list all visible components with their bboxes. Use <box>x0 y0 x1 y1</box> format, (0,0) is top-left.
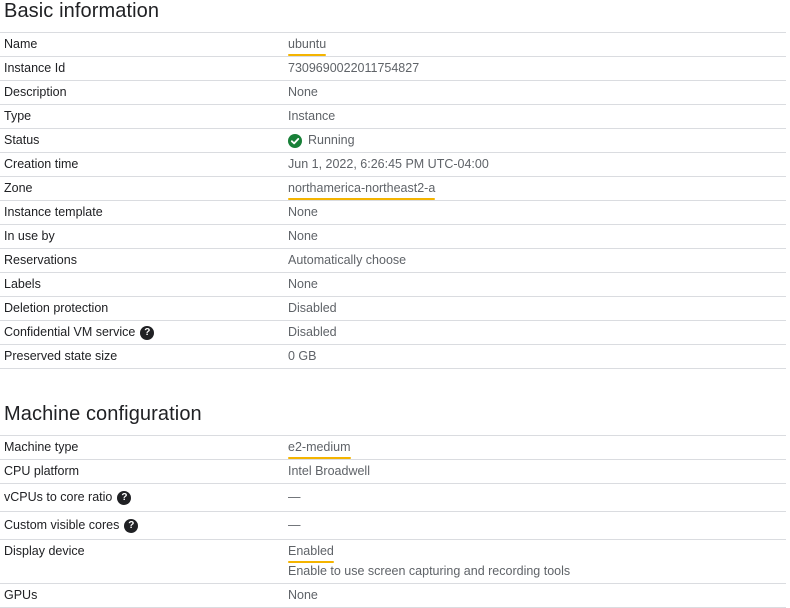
label-instance-id: Instance Id <box>4 61 66 75</box>
label-machine-type: Machine type <box>4 440 79 454</box>
label-labels: Labels <box>4 277 41 291</box>
help-icon[interactable]: ? <box>117 490 132 505</box>
row-display-device: Display device Enabled Enable to use scr… <box>0 540 786 584</box>
row-custom-visible-cores: Custom visible cores ? — <box>0 512 786 540</box>
row-zone: Zone northamerica-northeast2-a <box>0 177 786 201</box>
row-status: Status Running <box>0 129 786 153</box>
basic-information-table: Name ubuntu Instance Id 7309690022011754… <box>0 32 786 369</box>
value-reservations: Automatically choose <box>288 253 407 267</box>
value-zone: northamerica-northeast2-a <box>288 181 436 200</box>
label-gpus: GPUs <box>4 588 38 602</box>
value-name: ubuntu <box>288 37 327 56</box>
row-in-use-by: In use by None <box>0 225 786 249</box>
row-reservations: Reservations Automatically choose <box>0 249 786 273</box>
row-instance-id: Instance Id 7309690022011754827 <box>0 57 786 81</box>
label-cpu-platform: CPU platform <box>4 464 80 478</box>
label-description: Description <box>4 85 67 99</box>
value-description: None <box>288 85 318 99</box>
row-labels: Labels None <box>0 273 786 297</box>
row-instance-template: Instance template None <box>0 201 786 225</box>
value-type: Instance <box>288 109 336 123</box>
label-custom-visible-cores: Custom visible cores <box>4 518 120 532</box>
value-custom-visible-cores: — <box>288 518 301 532</box>
value-confidential-vm-service: Disabled <box>288 325 337 339</box>
value-in-use-by: None <box>288 229 318 243</box>
value-vcpus-to-core-ratio: — <box>288 490 301 504</box>
value-creation-time: Jun 1, 2022, 6:26:45 PM UTC-04:00 <box>288 157 489 171</box>
label-confidential-vm-service: Confidential VM service <box>4 325 136 339</box>
label-preserved-state-size: Preserved state size <box>4 349 118 363</box>
value-status: Running <box>308 133 355 147</box>
row-machine-type: Machine type e2-medium <box>0 436 786 460</box>
display-device-description: Enable to use screen capturing and recor… <box>288 564 571 578</box>
label-vcpus-to-core-ratio: vCPUs to core ratio <box>4 490 113 504</box>
label-deletion-protection: Deletion protection <box>4 301 109 315</box>
value-labels: None <box>288 277 318 291</box>
label-in-use-by: In use by <box>4 229 55 243</box>
value-gpus: None <box>288 588 318 602</box>
label-creation-time: Creation time <box>4 157 79 171</box>
label-display-device: Display device <box>4 544 85 558</box>
row-type: Type Instance <box>0 105 786 129</box>
value-deletion-protection: Disabled <box>288 301 337 315</box>
label-type: Type <box>4 109 32 123</box>
row-preserved-state-size: Preserved state size 0 GB <box>0 345 786 369</box>
label-status: Status <box>4 133 40 147</box>
help-icon[interactable]: ? <box>124 518 139 533</box>
label-reservations: Reservations <box>4 253 77 267</box>
label-instance-template: Instance template <box>4 205 103 219</box>
row-cpu-platform: CPU platform Intel Broadwell <box>0 460 786 484</box>
section-title-machine-configuration: Machine configuration <box>4 403 202 425</box>
row-gpus: GPUs None <box>0 584 786 608</box>
row-name: Name ubuntu <box>0 33 786 57</box>
value-cpu-platform: Intel Broadwell <box>288 464 370 478</box>
machine-configuration-table: Machine type e2-medium CPU platform Inte… <box>0 435 786 608</box>
row-vcpus-to-core-ratio: vCPUs to core ratio ? — <box>0 484 786 512</box>
section-title-basic-information: Basic information <box>4 0 160 22</box>
check-circle-icon <box>288 133 302 148</box>
value-display-device: Enabled <box>288 544 334 563</box>
row-creation-time: Creation time Jun 1, 2022, 6:26:45 PM UT… <box>0 153 786 177</box>
vm-instance-details: Basic information Name ubuntu Instance I… <box>0 0 790 608</box>
row-description: Description None <box>0 81 786 105</box>
label-name: Name <box>4 37 38 51</box>
value-instance-id: 7309690022011754827 <box>288 61 420 75</box>
help-icon[interactable]: ? <box>140 325 155 340</box>
row-confidential-vm-service: Confidential VM service ? Disabled <box>0 321 786 345</box>
value-instance-template: None <box>288 205 318 219</box>
row-deletion-protection: Deletion protection Disabled <box>0 297 786 321</box>
label-zone: Zone <box>4 181 33 195</box>
value-machine-type: e2-medium <box>288 440 351 459</box>
value-preserved-state-size: 0 GB <box>288 349 317 363</box>
